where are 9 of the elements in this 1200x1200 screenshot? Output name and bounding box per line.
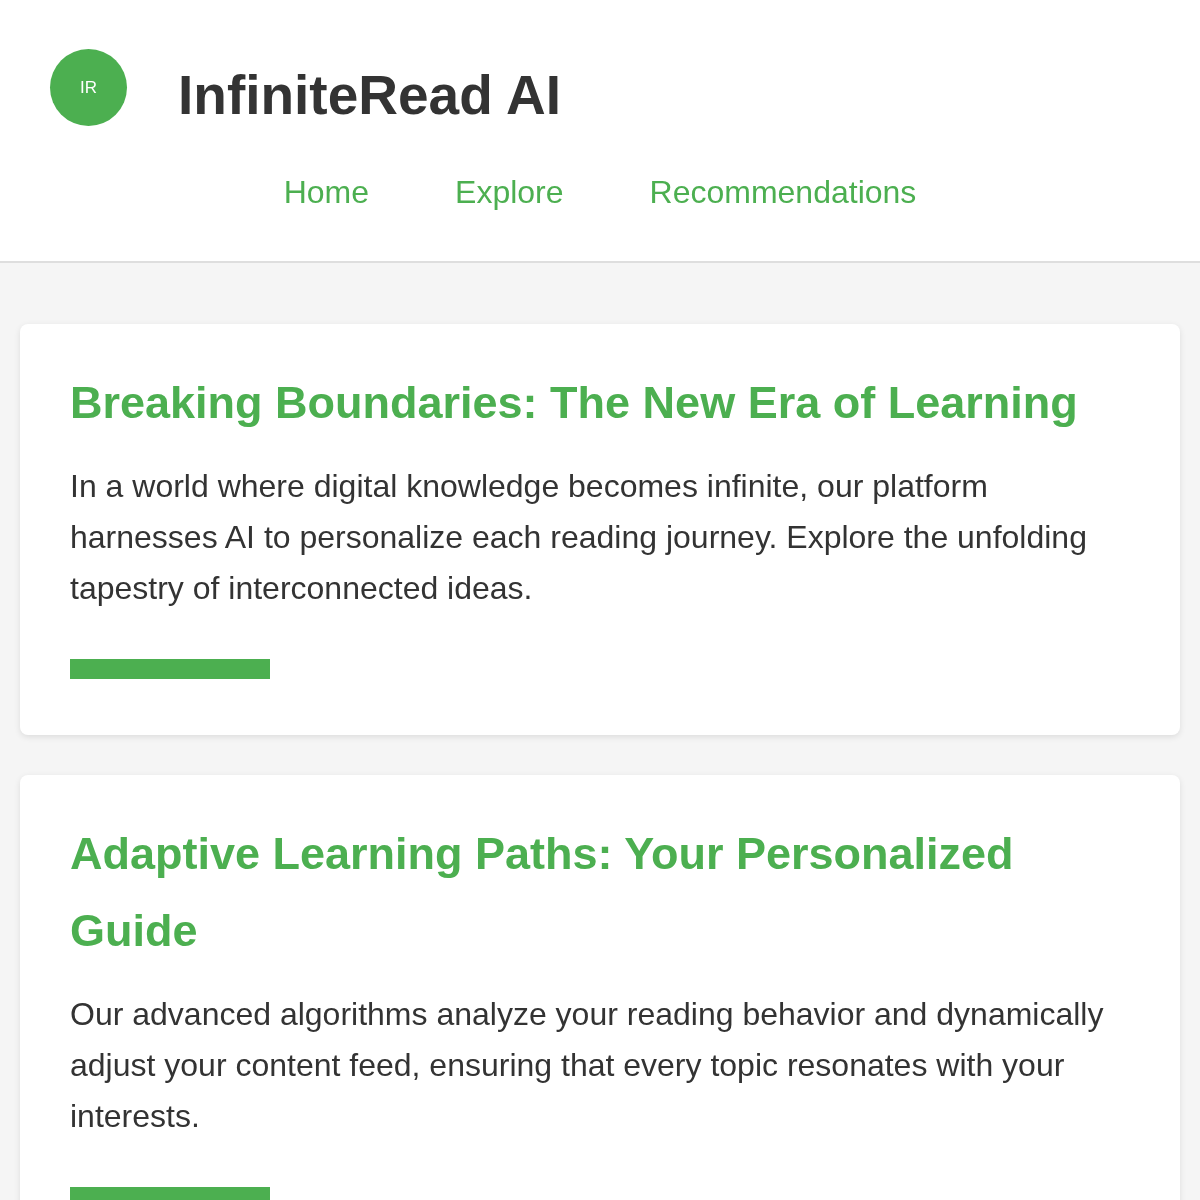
nav-link[interactable]: Recommendations bbox=[649, 172, 917, 212]
article-text: Our advanced algorithms analyze your reading behavior and dynamically adjust your content feed, ensuring that every topic resonates with your interests. bbox=[70, 995, 1105, 1136]
logo-badge: IR bbox=[50, 49, 127, 126]
nav-link[interactable]: Home bbox=[283, 172, 370, 212]
nav-link[interactable]: Explore bbox=[455, 172, 564, 212]
article-title: Breaking Boundaries: The New Era of Learning bbox=[70, 376, 1079, 430]
article-text: In a world where digital knowledge becomes infinite, our platform harnesses AI to personalize each reading journey. Explore the unfolding tapestry of interconnected ideas. bbox=[70, 467, 1088, 608]
site-title: InfiniteRead AI bbox=[178, 65, 561, 126]
article-title: Adaptive Learning Paths: Your Personalized Guide bbox=[70, 827, 1015, 958]
